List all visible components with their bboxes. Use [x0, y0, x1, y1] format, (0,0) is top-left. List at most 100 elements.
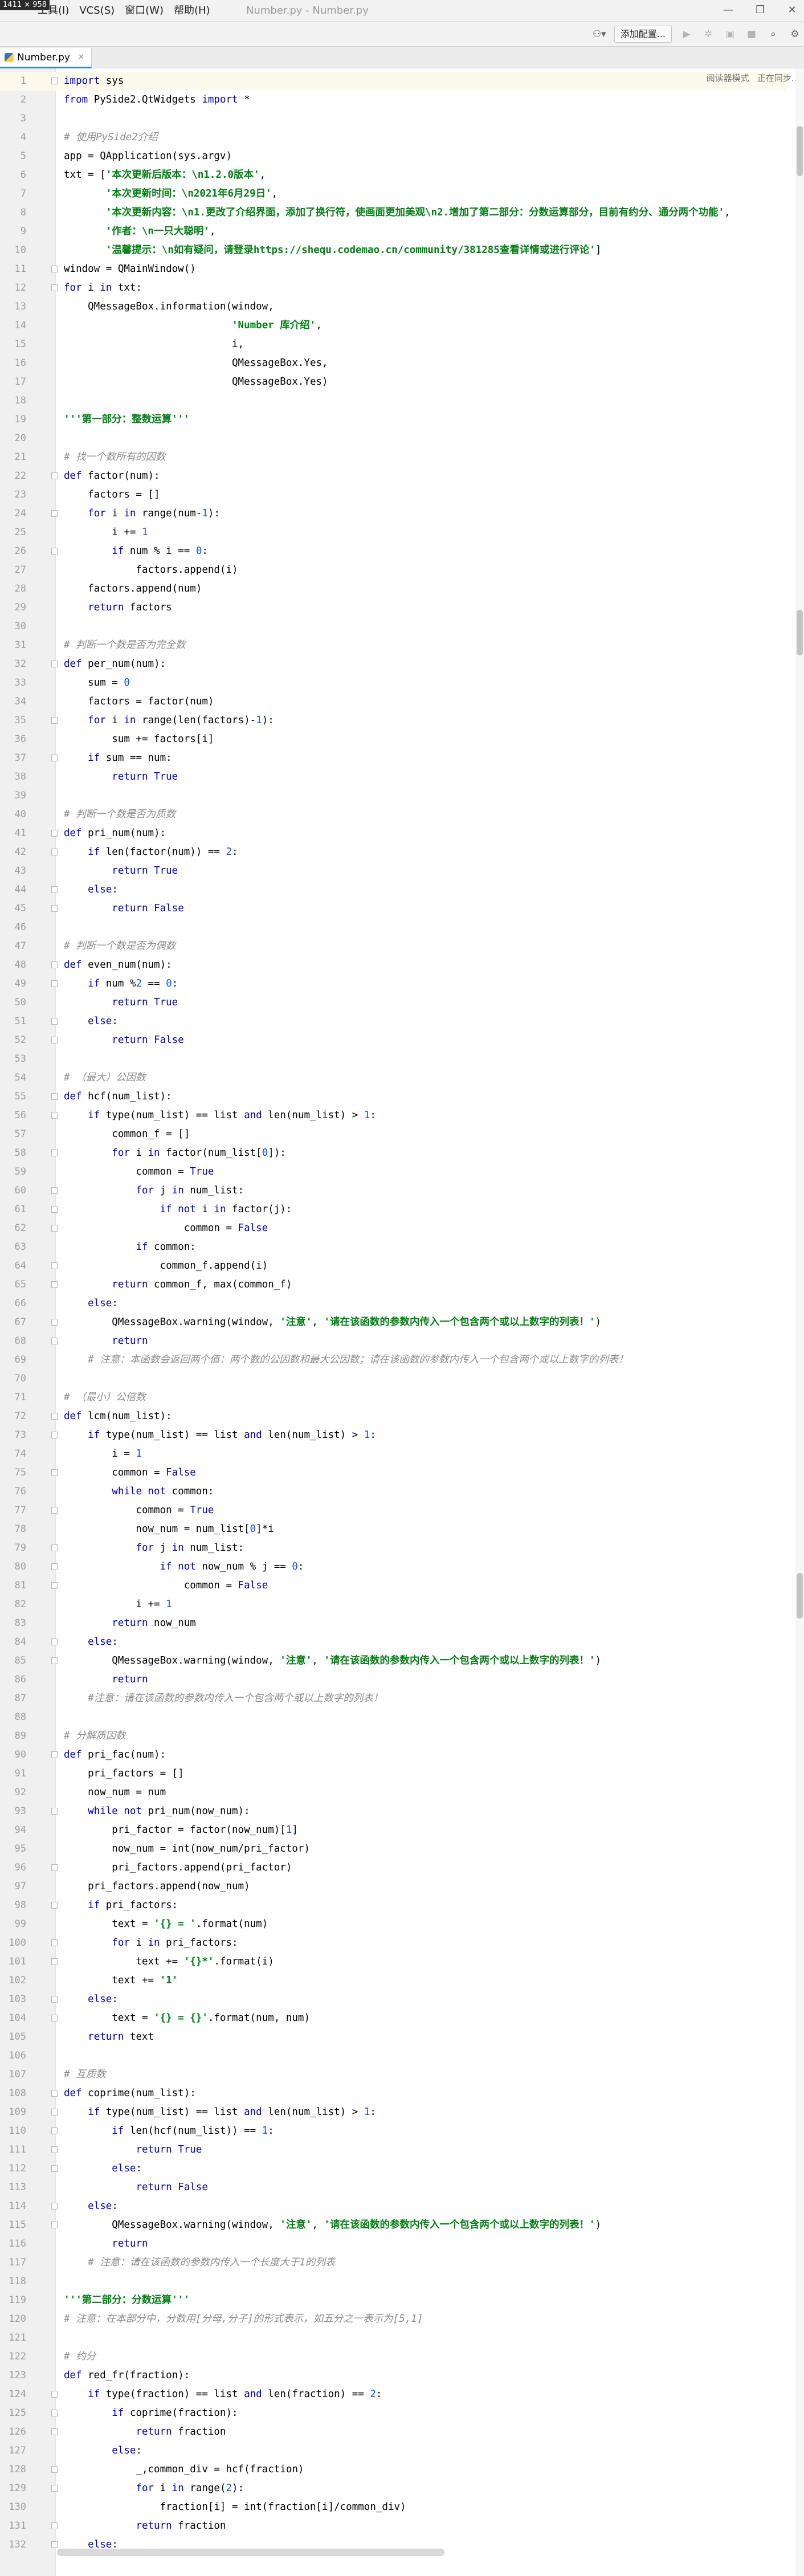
fold-marker-icon[interactable]: [51, 2541, 58, 2548]
code-line[interactable]: 29 return factors: [0, 598, 786, 617]
code-line[interactable]: 106: [0, 2047, 786, 2065]
code-line[interactable]: 35 for i in range(len(factors)-1):: [0, 711, 786, 730]
fold-marker-icon[interactable]: [51, 1563, 58, 1570]
code-line[interactable]: 16 QMessageBox.Yes,: [0, 354, 786, 373]
code-line[interactable]: 116 return: [0, 2235, 786, 2253]
code-line[interactable]: 65 return common_f, max(common_f): [0, 1275, 786, 1294]
code-line[interactable]: 57 common_f = []: [0, 1125, 786, 1144]
code-line[interactable]: 80 if not now_num % j == 0:: [0, 1558, 786, 1576]
code-line[interactable]: 3: [0, 109, 786, 128]
fold-marker-icon[interactable]: [51, 1958, 58, 1965]
scrollbar-thumb[interactable]: [797, 126, 803, 176]
code-line[interactable]: 101 text += '{}*'.format(i): [0, 1953, 786, 1971]
code-line[interactable]: 117 # 注意：请在该函数的参数内传入一个长度大于1的列表: [0, 2253, 786, 2272]
code-line[interactable]: 68 return: [0, 1332, 786, 1351]
fold-marker-icon[interactable]: [51, 830, 58, 837]
code-line[interactable]: 120 # 注意：在本部分中，分数用[分母,分子]的形式表示，如五分之一表示为[5…: [0, 2310, 786, 2329]
code-line[interactable]: 46: [0, 918, 786, 937]
restore-icon[interactable]: ❐: [753, 2, 768, 18]
code-line[interactable]: 97 pri_factors.append(now_num): [0, 1877, 786, 1896]
code-line[interactable]: 45 return False: [0, 899, 786, 918]
code-line[interactable]: 23 factors = []: [0, 486, 786, 504]
code-line[interactable]: 115 QMessageBox.warning(window, '注意', '请…: [0, 2216, 786, 2235]
code-line[interactable]: 103 else:: [0, 1990, 786, 2009]
code-line[interactable]: 22 def factor(num):: [0, 467, 786, 486]
code-line[interactable]: 112 else:: [0, 2159, 786, 2178]
code-line[interactable]: 90 def pri_fac(num):: [0, 1746, 786, 1764]
code-line[interactable]: 53: [0, 1050, 786, 1069]
code-line[interactable]: 83 return now_num: [0, 1614, 786, 1633]
close-tab-icon[interactable]: ✕: [78, 53, 84, 62]
code-line[interactable]: 79 for j in num_list:: [0, 1539, 786, 1558]
code-line[interactable]: 131 return fraction: [0, 2517, 786, 2536]
code-line[interactable]: 114 else:: [0, 2197, 786, 2216]
code-line[interactable]: 84 else:: [0, 1633, 786, 1652]
fold-marker-icon[interactable]: [51, 78, 58, 84]
code-line[interactable]: 74 i = 1: [0, 1445, 786, 1464]
fold-marker-icon[interactable]: [51, 755, 58, 761]
code-line[interactable]: 94 pri_factor = factor(now_num)[1]: [0, 1821, 786, 1840]
code-line[interactable]: 91 pri_factors = []: [0, 1764, 786, 1783]
code-line[interactable]: 123 def red_fr(fraction):: [0, 2366, 786, 2385]
code-line[interactable]: 64 common_f.append(i): [0, 1257, 786, 1275]
fold-marker-icon[interactable]: [51, 1751, 58, 1758]
fold-marker-icon[interactable]: [51, 1187, 58, 1194]
code-line[interactable]: 73 if type(num_list) == list and len(num…: [0, 1426, 786, 1445]
code-line[interactable]: 25 i += 1: [0, 523, 786, 542]
fold-marker-icon[interactable]: [51, 849, 58, 855]
code-line[interactable]: 24 for i in range(num-1):: [0, 504, 786, 523]
fold-marker-icon[interactable]: [51, 266, 58, 272]
code-line[interactable]: 81 common = False: [0, 1576, 786, 1595]
code-line[interactable]: 130 fraction[i] = int(fraction[i]/common…: [0, 2498, 786, 2517]
code-line[interactable]: 77 common = True: [0, 1501, 786, 1520]
fold-marker-icon[interactable]: [51, 510, 58, 517]
fold-marker-icon[interactable]: [51, 1469, 58, 1476]
code-line[interactable]: 20: [0, 429, 786, 448]
fold-marker-icon[interactable]: [51, 661, 58, 667]
fold-marker-icon[interactable]: [51, 2165, 58, 2172]
code-line[interactable]: 126 return fraction: [0, 2423, 786, 2442]
code-line[interactable]: 55 def hcf(num_list):: [0, 1087, 786, 1106]
fold-marker-icon[interactable]: [51, 961, 58, 968]
code-line[interactable]: 128 _,common_div = hcf(fraction): [0, 2460, 786, 2479]
code-line[interactable]: 54 # （最大）公因数: [0, 1069, 786, 1087]
add-configuration-button[interactable]: 添加配置...: [614, 26, 672, 43]
fold-marker-icon[interactable]: [51, 1432, 58, 1438]
code-line[interactable]: 51 else:: [0, 1012, 786, 1031]
fold-marker-icon[interactable]: [51, 284, 58, 291]
code-line[interactable]: 88: [0, 1708, 786, 1727]
code-line[interactable]: 89 # 分解质因数: [0, 1727, 786, 1746]
fold-marker-icon[interactable]: [51, 1544, 58, 1551]
fold-marker-icon[interactable]: [51, 905, 58, 912]
code-line[interactable]: 12 for i in txt:: [0, 279, 786, 297]
code-line[interactable]: 21 # 找一个数所有的因数: [0, 448, 786, 467]
coverage-icon[interactable]: ▣: [723, 26, 737, 43]
fold-marker-icon[interactable]: [51, 1093, 58, 1100]
code-line[interactable]: 71 # （最小）公倍数: [0, 1388, 786, 1407]
code-line[interactable]: 104 text = '{} = {}'.format(num, num): [0, 2009, 786, 2028]
code-line[interactable]: 66 else:: [0, 1294, 786, 1313]
fold-marker-icon[interactable]: [51, 1864, 58, 1871]
fold-marker-icon[interactable]: [51, 1338, 58, 1344]
fold-marker-icon[interactable]: [51, 1638, 58, 1645]
code-line[interactable]: 32 def per_num(num):: [0, 655, 786, 674]
fold-marker-icon[interactable]: [51, 2428, 58, 2435]
code-line[interactable]: 11 window = QMainWindow(): [0, 260, 786, 279]
fold-marker-icon[interactable]: [51, 886, 58, 893]
code-line[interactable]: 41 def pri_num(num):: [0, 824, 786, 843]
code-line[interactable]: 127 else:: [0, 2442, 786, 2460]
fold-marker-icon[interactable]: [51, 1657, 58, 1664]
code-line[interactable]: 78 now_num = num_list[0]*i: [0, 1520, 786, 1539]
code-line[interactable]: 14 'Number 库介绍',: [0, 316, 786, 335]
run-icon[interactable]: ▶: [680, 26, 693, 43]
search-icon[interactable]: ⌕: [766, 26, 780, 43]
debug-icon[interactable]: ✲: [701, 26, 715, 43]
code-line[interactable]: 17 QMessageBox.Yes): [0, 373, 786, 392]
minimize-icon[interactable]: —: [721, 2, 736, 18]
fold-marker-icon[interactable]: [51, 1018, 58, 1025]
user-icon[interactable]: ⚇▾: [593, 26, 606, 43]
fold-marker-icon[interactable]: [51, 1112, 58, 1119]
reader-mode-button[interactable]: 阅读器模式: [707, 72, 749, 84]
fold-marker-icon[interactable]: [51, 1037, 58, 1044]
fold-marker-icon[interactable]: [51, 1996, 58, 2003]
